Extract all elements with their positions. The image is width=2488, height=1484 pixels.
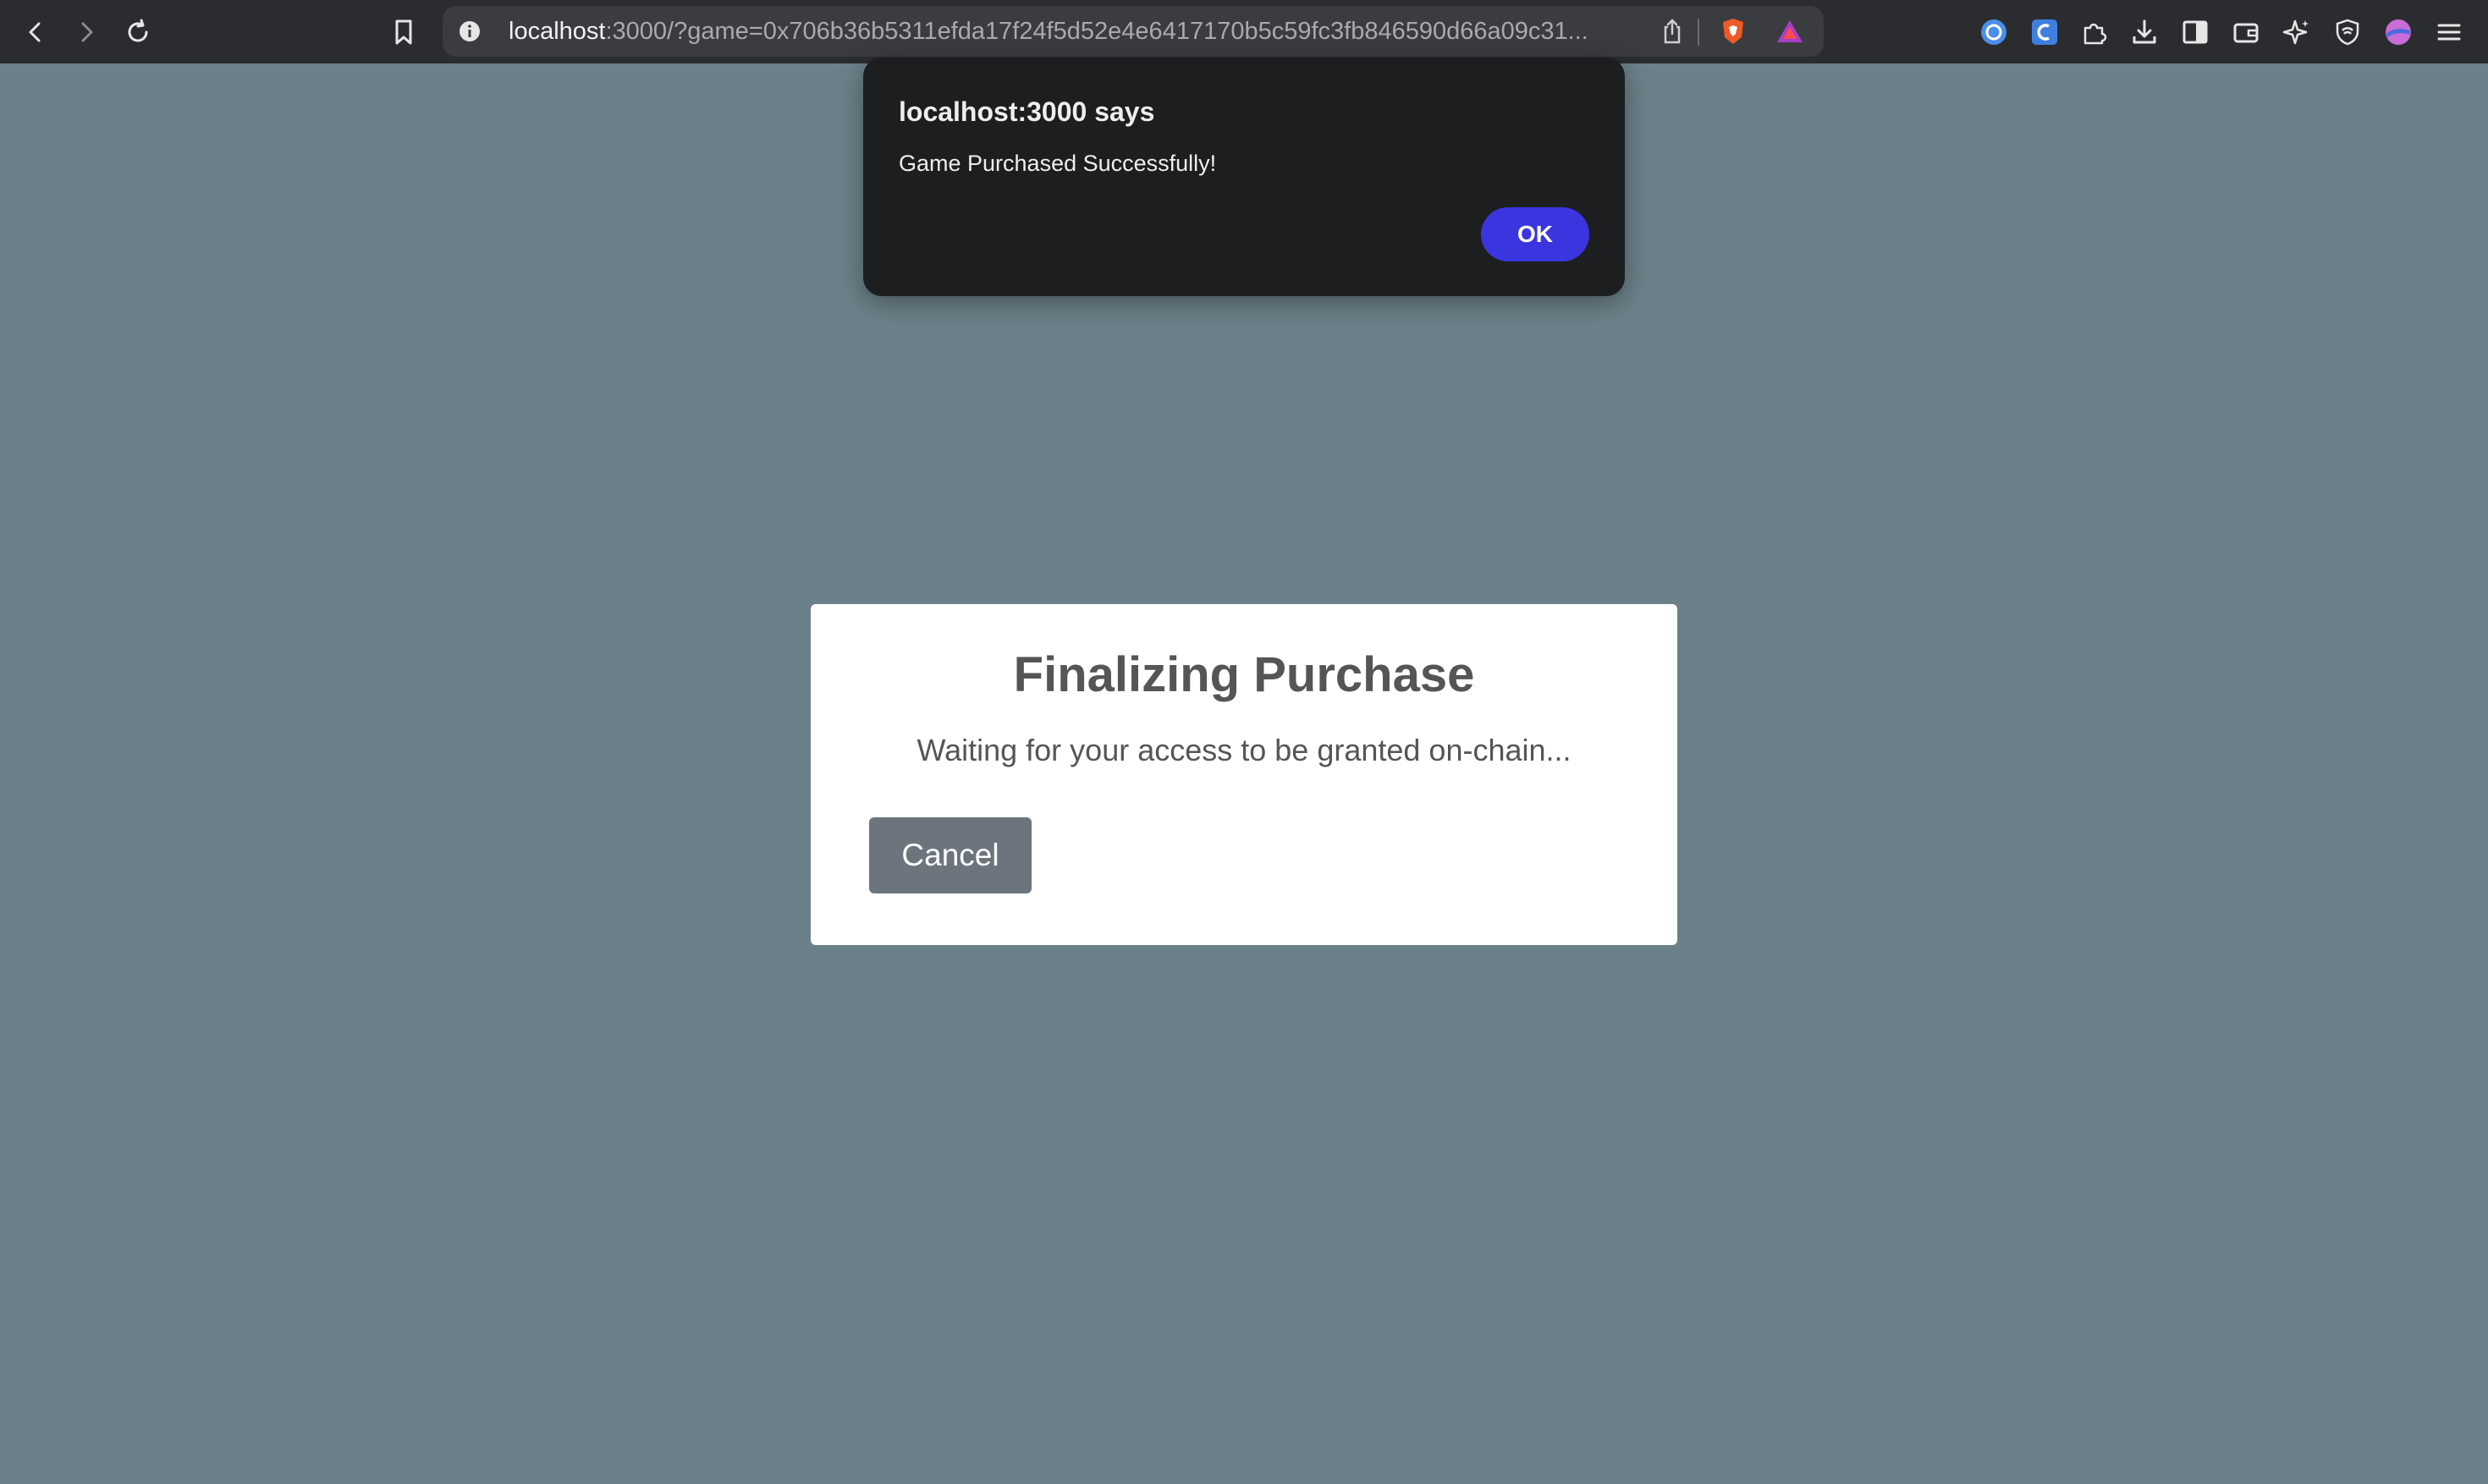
alert-title: localhost:3000 says <box>899 96 1155 127</box>
finalizing-purchase-dialog: Finalizing Purchase Waiting for your acc… <box>811 604 1677 945</box>
wallet-icon[interactable] <box>2221 0 2271 63</box>
ok-button[interactable]: OK <box>1481 207 1589 261</box>
browser-alert: localhost:3000 says Game Purchased Succe… <box>863 58 1625 296</box>
profile-icon[interactable] <box>2373 0 2424 63</box>
extension-2-icon[interactable] <box>2019 0 2070 63</box>
share-icon[interactable] <box>1647 6 1698 57</box>
back-icon[interactable] <box>10 0 61 63</box>
bookmark-icon[interactable] <box>378 0 429 63</box>
url-text: localhost:3000/?game=0x706b36b5311efda17… <box>509 6 1643 57</box>
downloads-icon[interactable] <box>2119 0 2170 63</box>
url-host: localhost <box>509 18 606 45</box>
extensions-icon[interactable] <box>2069 0 2120 63</box>
brave-shields-icon[interactable] <box>1708 6 1759 57</box>
brave-rewards-icon[interactable] <box>1764 6 1815 57</box>
alert-message: Game Purchased Successfully! <box>899 151 1217 176</box>
leo-ai-icon[interactable] <box>2271 0 2322 63</box>
address-bar[interactable]: localhost:3000/?game=0x706b36b5311efda17… <box>443 6 1824 57</box>
site-info-icon[interactable] <box>444 6 495 57</box>
url-path: :3000/?game=0x706b36b5311efda17f24f5d52e… <box>605 18 1588 45</box>
extension-1-icon[interactable] <box>1968 0 2019 63</box>
menu-icon[interactable] <box>2424 0 2474 63</box>
forward-icon[interactable] <box>61 0 112 63</box>
reload-icon[interactable] <box>113 0 163 63</box>
address-bar-divider <box>1698 19 1699 46</box>
sidebar-icon[interactable] <box>2170 0 2221 63</box>
vpn-icon[interactable] <box>2322 0 2373 63</box>
dialog-message: Waiting for your access to be granted on… <box>916 733 1572 767</box>
cancel-button[interactable]: Cancel <box>869 817 1032 893</box>
dialog-title: Finalizing Purchase <box>1013 647 1475 702</box>
browser-toolbar: localhost:3000/?game=0x706b36b5311efda17… <box>0 0 2488 63</box>
